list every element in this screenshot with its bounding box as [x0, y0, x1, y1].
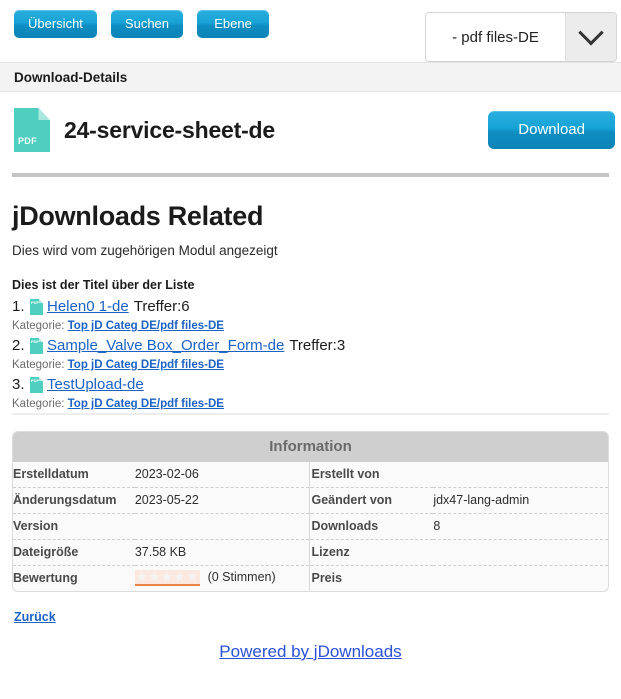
list-item: 1. PDF Helen0 1-de Treffer:6 Kategorie: …: [12, 296, 609, 335]
created-date-label: Erstelldatum: [13, 462, 135, 488]
level-button[interactable]: Ebene: [197, 10, 270, 38]
modified-by-label: Geändert von: [311, 487, 434, 514]
download-button[interactable]: Download: [488, 111, 615, 149]
information-table: Erstelldatum 2023-02-06 Erstellt von Änd…: [13, 462, 608, 591]
pdf-file-icon: PDF: [30, 338, 43, 354]
category-prefix-label: Kategorie:: [12, 398, 65, 410]
divider-top: [12, 173, 609, 177]
related-download-link[interactable]: Helen0 1-de: [47, 296, 129, 318]
rating-votes: (0 Stimmen): [207, 570, 276, 585]
related-download-hits: Treffer:6: [133, 298, 190, 315]
created-by-value: [433, 462, 608, 488]
pdf-icon-label: PDF: [18, 136, 37, 146]
related-category-link[interactable]: Top jD Categ DE/pdf files-DE: [68, 398, 224, 410]
related-list-title: Dies ist der Titel über der Liste: [12, 278, 195, 292]
license-label: Lizenz: [311, 539, 434, 566]
powered-by-wrapper: Powered by jDownloads: [0, 642, 621, 662]
list-item-number: 2.: [12, 337, 25, 354]
category-select-value: - pdf files-DE: [452, 28, 539, 46]
created-date-value: 2023-02-06: [134, 462, 310, 488]
modified-date-label: Änderungsdatum: [13, 487, 135, 514]
price-label: Preis: [311, 571, 343, 585]
toolbar-button-row: Übersicht Suchen Ebene: [14, 10, 270, 38]
modified-by-value: jdx47-lang-admin: [433, 487, 608, 514]
information-panel: Information Erstelldatum 2023-02-06 Erst…: [12, 431, 609, 592]
related-heading: jDownloads Related: [12, 201, 264, 231]
search-button[interactable]: Suchen: [110, 10, 184, 38]
filesize-label: Dateigröße: [13, 539, 135, 566]
related-category-line: Kategorie: Top jD Categ DE/pdf files-DE: [12, 395, 609, 413]
table-row: Version Downloads 8: [13, 513, 608, 540]
price-value: [433, 566, 608, 592]
downloads-label: Downloads: [311, 513, 434, 540]
jdownloads-related-module: jDownloads Related Dies wird vom zugehör…: [0, 201, 621, 413]
table-row: Erstelldatum 2023-02-06 Erstellt von: [13, 462, 608, 488]
related-category-link[interactable]: Top jD Categ DE/pdf files-DE: [68, 320, 224, 332]
list-item-number: 3.: [12, 376, 25, 393]
pdf-file-icon: PDF: [30, 299, 43, 315]
chevron-down-icon[interactable]: [565, 13, 616, 61]
download-title: 24-service-sheet-de: [64, 116, 275, 143]
rating-value-cell: ★★★★★ (0 Stimmen): [134, 566, 310, 592]
related-lead-text: Dies wird vom zugehörigen Modul angezeig…: [12, 243, 278, 258]
information-panel-header: Information: [13, 432, 608, 462]
modified-date-value: 2023-05-22: [134, 487, 310, 514]
license-value: [433, 539, 608, 566]
powered-by-link[interactable]: Powered by jDownloads: [219, 642, 401, 661]
related-download-link[interactable]: Sample_Valve Box_Order_Form-de: [47, 335, 284, 357]
table-row: Änderungsdatum 2023-05-22 Geändert von j…: [13, 487, 608, 514]
category-select[interactable]: - pdf files-DE: [425, 12, 617, 62]
back-link[interactable]: Zurück: [14, 610, 56, 624]
related-download-hits: Treffer:3: [289, 337, 346, 354]
related-category-line: Kategorie: Top jD Categ DE/pdf files-DE: [12, 356, 609, 374]
list-item-number: 1.: [12, 298, 25, 315]
related-category-line: Kategorie: Top jD Categ DE/pdf files-DE: [12, 317, 609, 335]
divider-bottom: [12, 413, 609, 415]
version-value: [134, 513, 310, 540]
star-icons: ★★★★★: [135, 569, 200, 584]
rating-label: Bewertung: [13, 571, 78, 585]
pdf-file-icon: PDF: [14, 108, 50, 152]
table-row: Bewertung ★★★★★ (0 Stimmen) Preis: [13, 565, 608, 592]
download-details-band: Download-Details: [0, 62, 621, 92]
rating-stars[interactable]: ★★★★★: [134, 569, 201, 586]
back-link-wrapper: Zurück: [0, 592, 621, 626]
list-item: 2. PDF Sample_Valve Box_Order_Form-de Tr…: [12, 335, 609, 374]
table-row: Dateigröße 37.58 KB Lizenz: [13, 539, 608, 566]
list-item: 3. PDF TestUpload-de Kategorie: Top jD C…: [12, 374, 609, 413]
related-category-link[interactable]: Top jD Categ DE/pdf files-DE: [68, 359, 224, 371]
related-download-list: 1. PDF Helen0 1-de Treffer:6 Kategorie: …: [12, 296, 609, 413]
top-toolbar: Übersicht Suchen Ebene - pdf files-DE: [0, 0, 621, 62]
created-by-label: Erstellt von: [311, 462, 434, 488]
version-label: Version: [13, 513, 135, 540]
downloads-value: 8: [433, 513, 608, 540]
related-download-link[interactable]: TestUpload-de: [47, 374, 144, 396]
pdf-file-icon: PDF: [30, 377, 43, 393]
overview-button[interactable]: Übersicht: [14, 10, 97, 38]
filesize-value: 37.58 KB: [134, 539, 310, 566]
download-details-title: Download-Details: [14, 69, 128, 85]
